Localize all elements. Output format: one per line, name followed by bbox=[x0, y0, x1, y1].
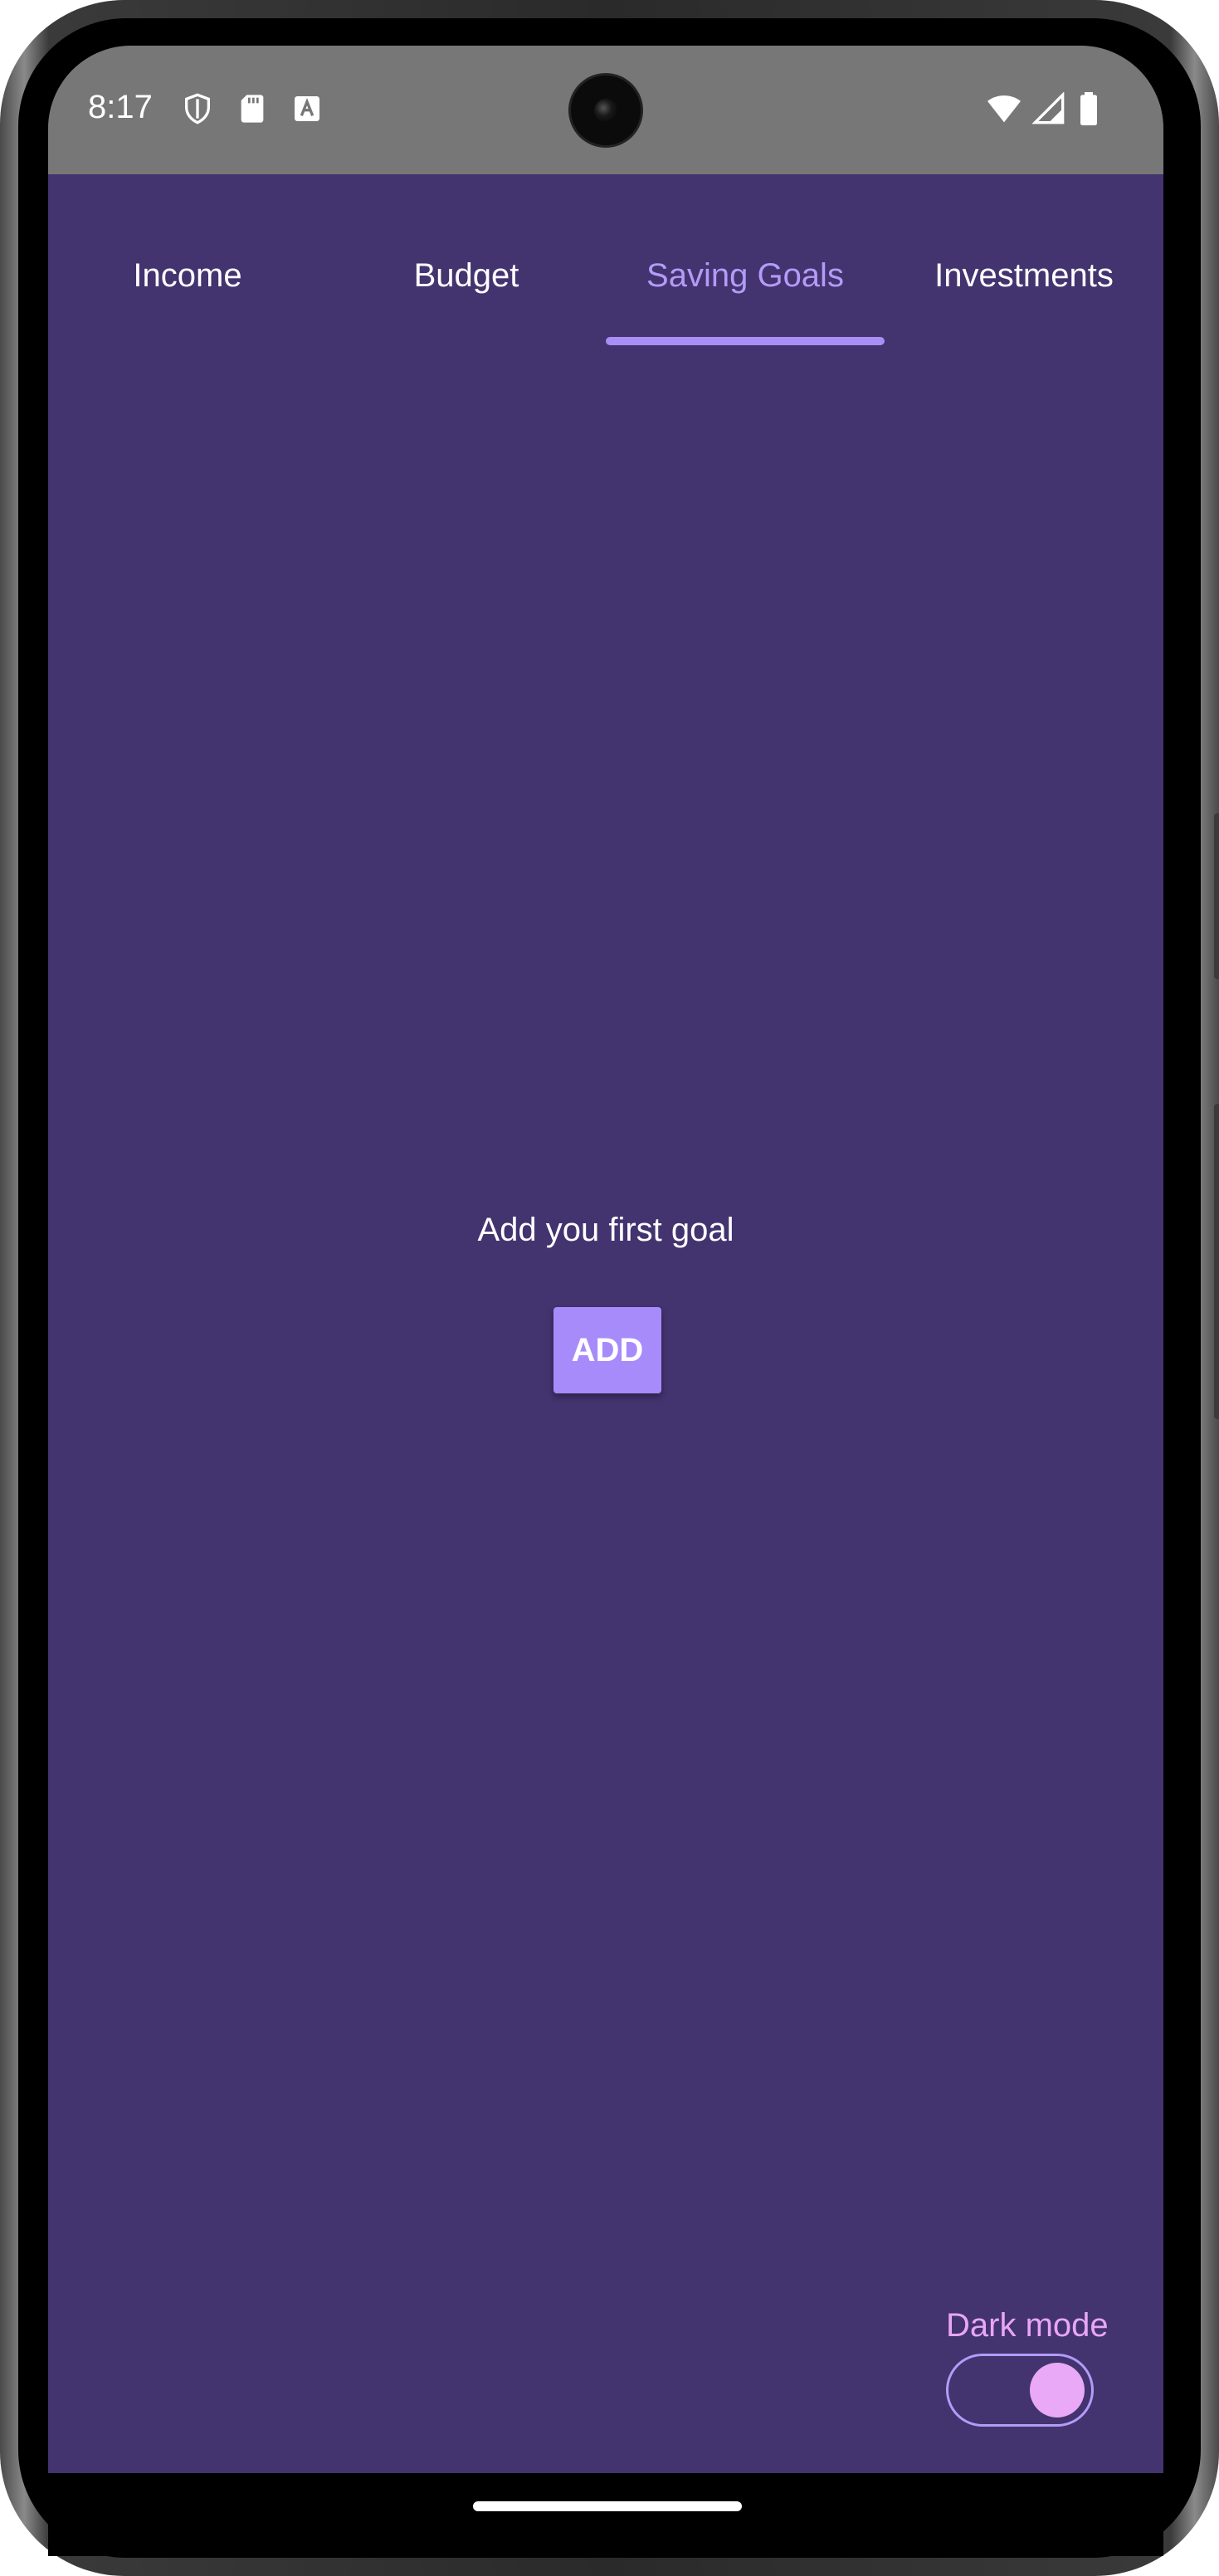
active-tab-indicator bbox=[606, 337, 885, 345]
tab-saving-goals[interactable]: Saving Goals bbox=[606, 174, 885, 349]
tab-budget[interactable]: Budget bbox=[327, 174, 606, 349]
battery-icon bbox=[1080, 92, 1097, 125]
tab-investments[interactable]: Investments bbox=[885, 174, 1163, 349]
front-camera bbox=[571, 76, 641, 145]
dark-mode-toggle[interactable] bbox=[946, 2354, 1094, 2427]
add-goal-button[interactable]: ADD bbox=[553, 1307, 661, 1393]
dark-mode-label: Dark mode bbox=[946, 2307, 1109, 2344]
home-indicator[interactable] bbox=[473, 2501, 742, 2511]
power-button bbox=[1214, 1104, 1219, 1419]
status-bar: 8:17 bbox=[48, 46, 1163, 174]
shield-icon bbox=[185, 93, 210, 124]
app-screen: 8:17 Income Budget Saving Goals Investme… bbox=[48, 46, 1163, 2473]
toggle-knob bbox=[1030, 2363, 1085, 2417]
font-a-icon bbox=[295, 96, 319, 121]
tab-investments-label: Investments bbox=[934, 257, 1114, 294]
tab-saving-goals-label: Saving Goals bbox=[646, 257, 844, 294]
sd-card-icon bbox=[241, 95, 264, 123]
tab-income-label: Income bbox=[133, 257, 242, 294]
cell-signal-icon bbox=[1032, 92, 1065, 124]
wifi-icon bbox=[987, 95, 1021, 123]
navigation-bar bbox=[48, 2473, 1163, 2556]
tab-bar: Income Budget Saving Goals Investments bbox=[48, 174, 1163, 349]
status-time: 8:17 bbox=[88, 89, 153, 125]
volume-button bbox=[1214, 813, 1219, 979]
empty-state-message: Add you first goal bbox=[477, 1212, 734, 1248]
tab-budget-label: Budget bbox=[413, 257, 519, 294]
tab-income[interactable]: Income bbox=[48, 174, 327, 349]
